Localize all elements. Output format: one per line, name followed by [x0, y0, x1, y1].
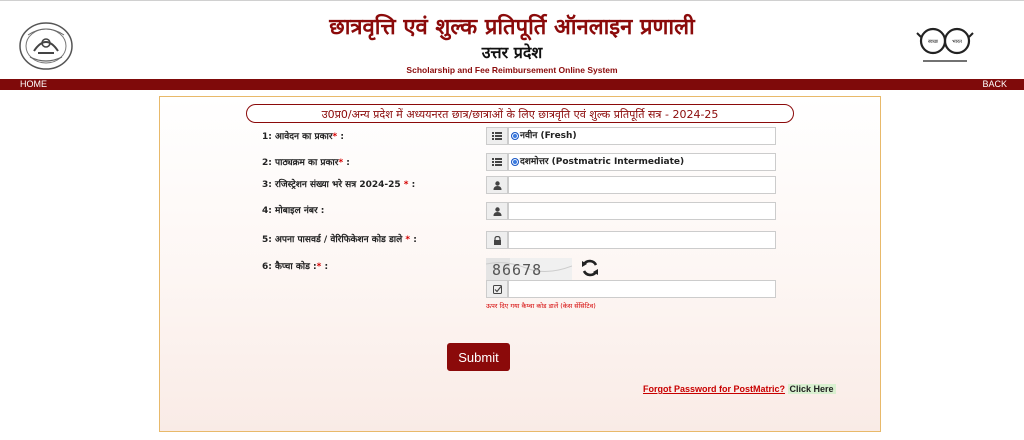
- application-type-label: 1: आवेदन का प्रकार* :: [262, 132, 344, 142]
- course-type-label: 2: पाठ्यक्रम का प्रकार* :: [262, 158, 350, 168]
- user-icon: [486, 176, 508, 194]
- mobile-number-label: 4: मोबाइल नंबर :: [262, 206, 325, 216]
- captcha-input[interactable]: [508, 280, 776, 298]
- registration-number-label: 3: रजिस्ट्रेशन संख्या भरे सत्र 2024-25 *…: [262, 180, 416, 190]
- refresh-captcha-icon[interactable]: [580, 258, 600, 278]
- forgot-password-link[interactable]: Forgot Password for PostMatric?: [643, 384, 785, 394]
- registration-number-input[interactable]: [508, 176, 776, 194]
- lock-icon: [486, 231, 508, 249]
- captcha-text: 86678: [492, 261, 542, 279]
- back-link[interactable]: BACK: [982, 79, 1007, 90]
- list-icon: [486, 127, 508, 145]
- submit-button[interactable]: Submit: [447, 343, 510, 371]
- user-icon: [486, 202, 508, 220]
- site-header: छात्रवृत्ति एवं शुल्क प्रतिपूर्ति ऑनलाइन…: [0, 0, 1024, 79]
- state-name: उत्तर प्रदेश: [481, 43, 543, 62]
- fresh-radio[interactable]: [511, 131, 519, 140]
- portal-title-hindi: छात्रवृत्ति एवं शुल्क प्रतिपूर्ति ऑनलाइन…: [329, 15, 695, 40]
- check-icon: [486, 280, 508, 298]
- application-type-field[interactable]: नवीन (Fresh): [508, 127, 776, 145]
- swachh-bharat-glasses-icon: स्वच्छ भारत: [916, 27, 974, 62]
- forgot-password-row: Forgot Password for PostMatric? Click He…: [643, 384, 836, 394]
- click-here-link[interactable]: Click Here: [787, 384, 836, 394]
- password-label: 5: अपना पासवर्ड / वेरिफिकेशन कोड डाले * …: [262, 235, 417, 245]
- postmatric-radio[interactable]: [511, 157, 519, 166]
- nav-bar: HOME BACK: [0, 79, 1024, 90]
- login-form-panel: उ0प्र0/अन्य प्रदेश में अध्ययनरत छात्र/छा…: [159, 96, 881, 432]
- captcha-label: 6: कैप्चा कोड :* :: [262, 262, 329, 272]
- list-icon: [486, 153, 508, 171]
- captcha-hint: ऊपर दिए गया कैप्चा कोड डालें (केस सेंसिट…: [486, 302, 596, 310]
- portal-title-english: Scholarship and Fee Reimbursement Online…: [406, 65, 618, 75]
- password-input[interactable]: [508, 231, 776, 249]
- session-title: उ0प्र0/अन्य प्रदेश में अध्ययनरत छात्र/छा…: [246, 104, 794, 123]
- svg-text:भारत: भारत: [952, 39, 962, 45]
- captcha-image: 86678: [485, 258, 573, 280]
- svg-text:स्वच्छ: स्वच्छ: [928, 39, 939, 45]
- mobile-number-input[interactable]: [508, 202, 776, 220]
- home-link[interactable]: HOME: [20, 79, 47, 90]
- course-type-field[interactable]: दशमोत्तर (Postmatric Intermediate): [508, 153, 776, 171]
